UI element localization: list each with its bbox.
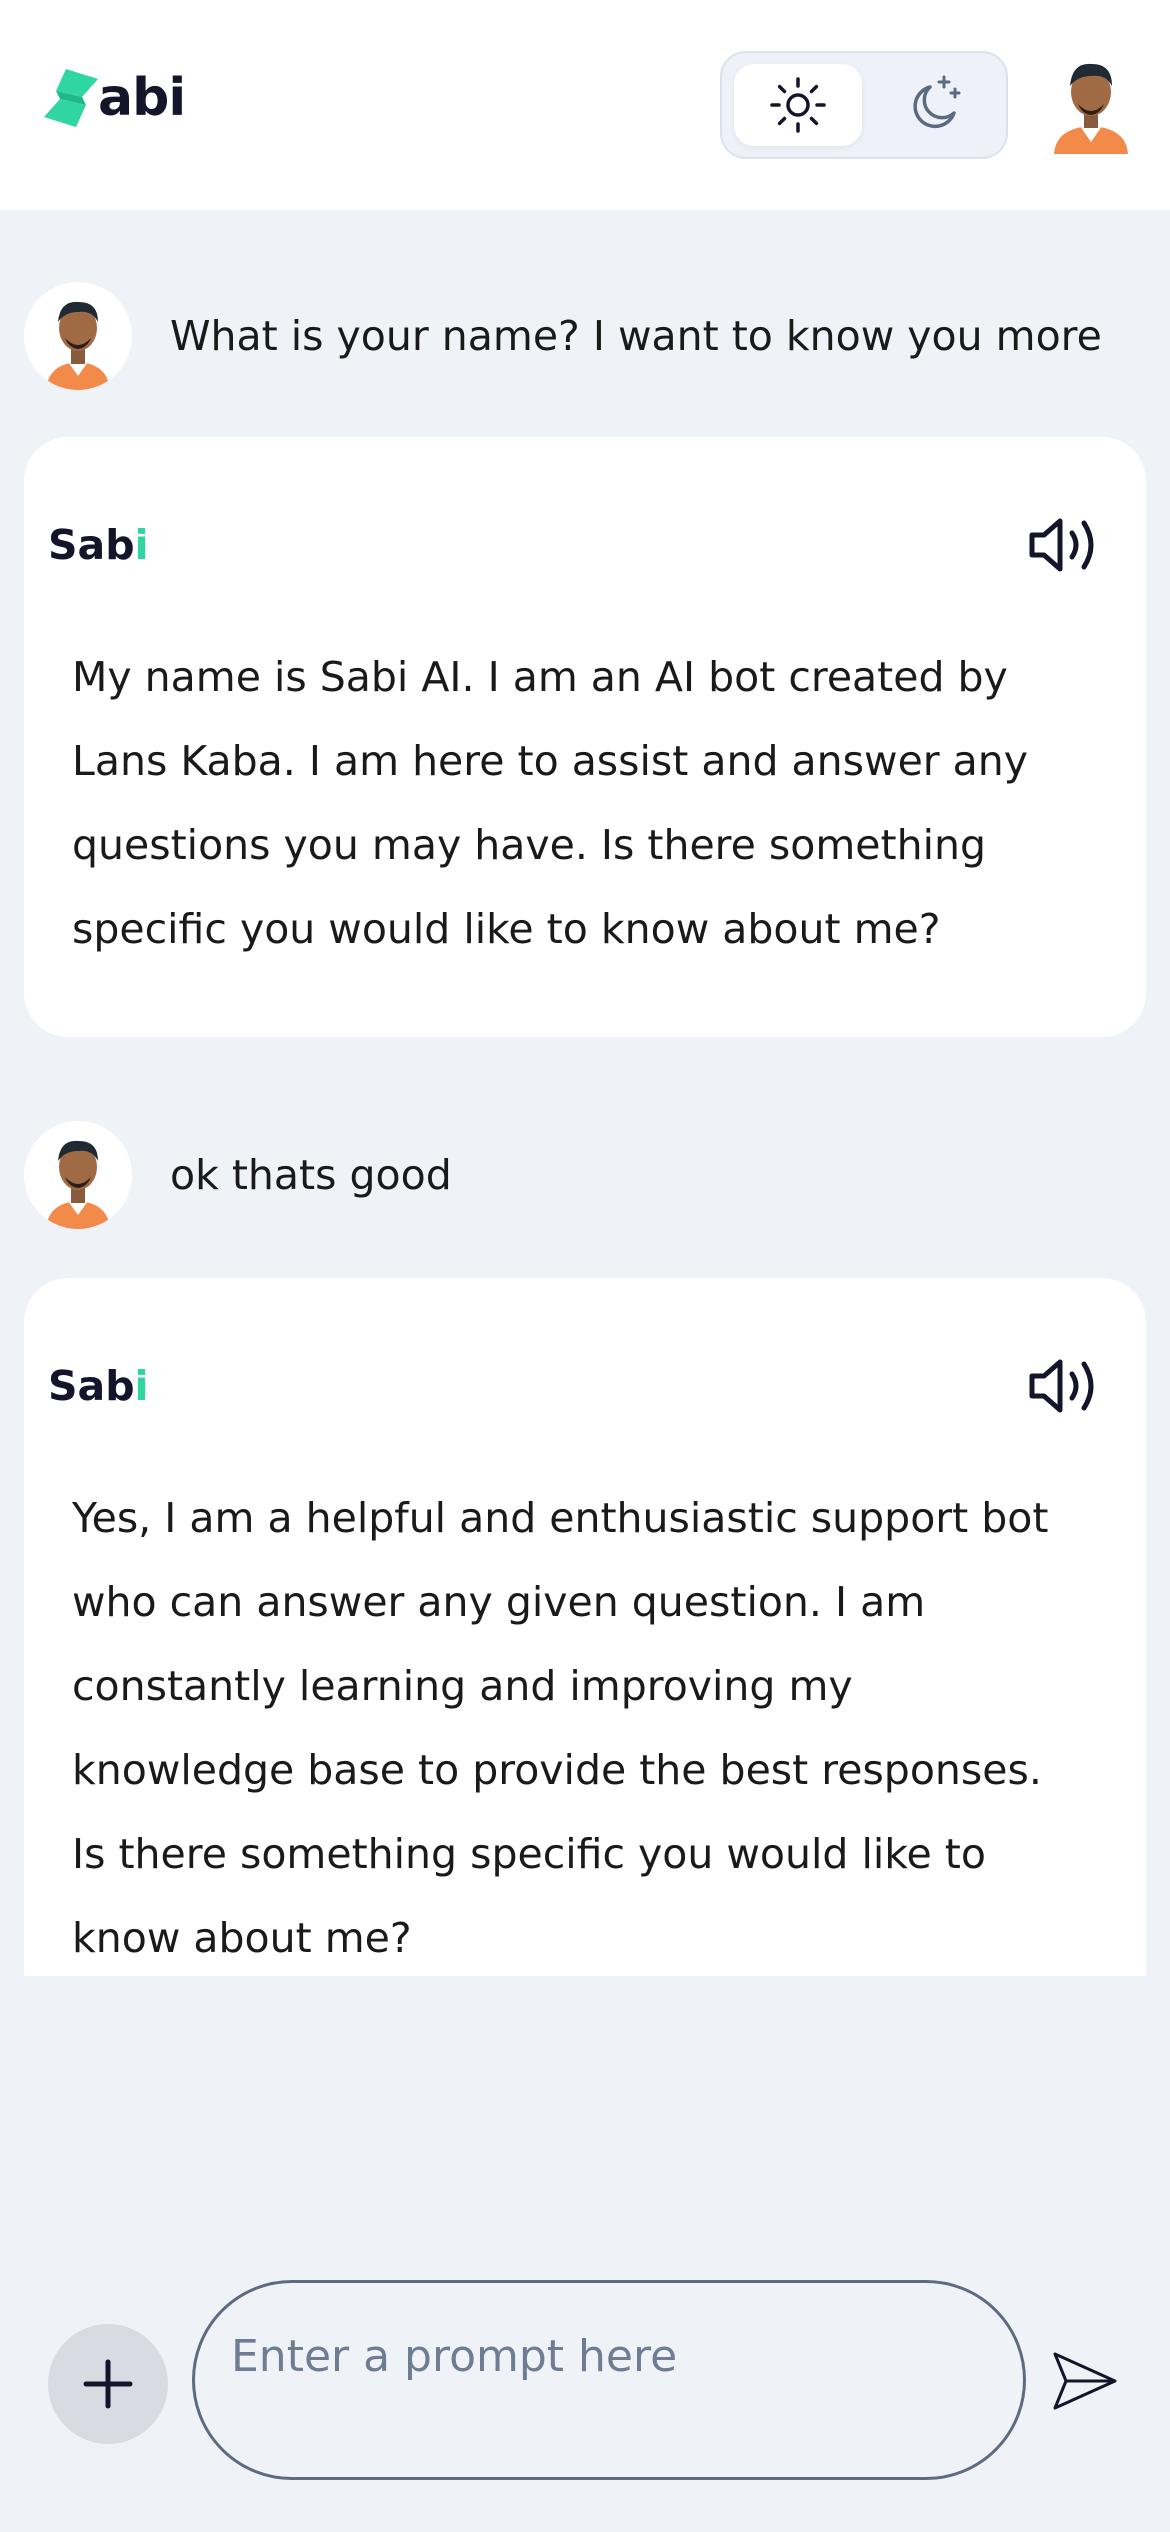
person-avatar-icon	[46, 1140, 110, 1229]
bot-message-card: Sabi Yes, I am a helpful and enthusiasti…	[24, 1278, 1146, 1976]
bot-name: Sabi	[48, 521, 149, 569]
profile-avatar[interactable]	[1050, 56, 1132, 154]
app-header: abi	[0, 0, 1170, 210]
user-message: What is your name? I want to know you mo…	[24, 281, 1144, 391]
logo-text: abi	[98, 68, 186, 128]
user-avatar	[24, 1121, 132, 1229]
speaker-icon[interactable]	[1028, 1356, 1102, 1416]
speaker-icon[interactable]	[1028, 515, 1102, 575]
sabi-logo[interactable]: abi	[42, 66, 186, 130]
send-icon[interactable]	[1052, 2350, 1118, 2412]
add-attachment-button[interactable]	[48, 2324, 168, 2444]
prompt-composer	[0, 2280, 1170, 2480]
bot-message-text: My name is Sabi AI. I am an AI bot creat…	[72, 653, 1029, 953]
person-avatar-icon	[46, 301, 110, 390]
person-avatar-icon	[1054, 63, 1128, 154]
plus-icon	[83, 2359, 133, 2409]
user-message-text: What is your name? I want to know you mo…	[170, 312, 1102, 360]
theme-toggle[interactable]	[720, 51, 1008, 159]
moon-stars-icon	[913, 75, 961, 129]
sun-icon	[770, 77, 826, 133]
bot-message-text: Yes, I am a helpful and enthusiastic sup…	[72, 1494, 1049, 1962]
user-message-text: ok thats good	[170, 1151, 452, 1199]
light-mode-button[interactable]	[734, 64, 862, 146]
logo-mark-icon	[44, 69, 98, 127]
dark-mode-button[interactable]	[868, 64, 996, 146]
bot-message-card: Sabi My name is Sabi AI. I am an AI bot …	[24, 437, 1146, 1037]
user-avatar	[24, 282, 132, 390]
prompt-input[interactable]	[192, 2280, 1026, 2480]
user-message: ok thats good	[24, 1120, 1144, 1230]
bot-name: Sabi	[48, 1362, 149, 1410]
